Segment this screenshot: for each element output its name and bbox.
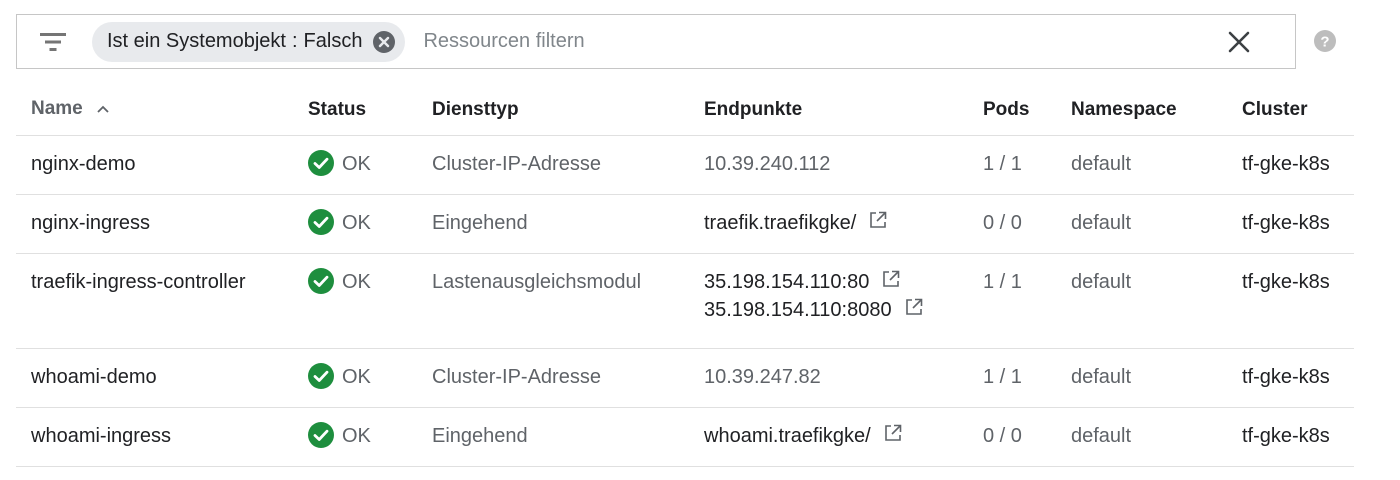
- service-name[interactable]: whoami-demo: [16, 349, 294, 407]
- service-type: Eingehend: [432, 425, 528, 447]
- pods-count: 1 / 1: [983, 153, 1022, 175]
- cluster: tf-gke-k8s: [1242, 212, 1330, 234]
- status-text: OK: [342, 425, 371, 447]
- column-header-endpoints[interactable]: Endpunkte: [690, 99, 969, 121]
- column-header-namespace[interactable]: Namespace: [1057, 99, 1228, 121]
- namespace: default: [1071, 212, 1132, 234]
- status-cell: OK: [294, 349, 418, 407]
- resource-filter-input[interactable]: [421, 20, 1223, 63]
- namespace: default: [1071, 366, 1132, 388]
- endpoint-text: 10.39.240.112: [704, 152, 831, 175]
- pods-count: 0 / 0: [983, 425, 1022, 447]
- table-header-row: Name Status Diensttyp Endpunkte Pods Nam…: [16, 84, 1354, 136]
- endpoint-entry: 10.39.247.82: [704, 360, 969, 394]
- endpoint-entry: whoami.traefikgke/: [704, 419, 969, 453]
- close-icon[interactable]: [1223, 26, 1255, 58]
- status-text: OK: [342, 212, 371, 234]
- service-type: Cluster-IP-Adresse: [432, 153, 601, 175]
- cluster: tf-gke-k8s: [1242, 425, 1330, 447]
- filter-list-icon[interactable]: [39, 28, 67, 56]
- help-circle-icon[interactable]: ?: [1314, 30, 1336, 52]
- pods-count: 1 / 1: [983, 366, 1022, 388]
- endpoint-entry: 35.198.154.110:8080: [704, 293, 969, 327]
- endpoints-cell: 10.39.247.82: [690, 349, 969, 407]
- cluster: tf-gke-k8s: [1242, 366, 1330, 388]
- check-circle-icon: [308, 421, 334, 448]
- service-type: Lastenausgleichsmodul: [432, 271, 642, 293]
- check-circle-icon: [308, 362, 334, 389]
- table-row[interactable]: nginx-ingress OK Eingehend traefik.traefikg…: [16, 195, 1354, 254]
- cancel-circle-icon[interactable]: [372, 30, 396, 54]
- resource-filter-bar: Ist ein Systemobjekt : Falsch: [16, 14, 1296, 69]
- table-row[interactable]: whoami-ingress OK Eingehend whoami.traefikg…: [16, 408, 1354, 467]
- external-link-icon[interactable]: [904, 297, 924, 317]
- endpoint-link[interactable]: 35.198.154.110:8080: [704, 299, 892, 322]
- cluster: tf-gke-k8s: [1242, 153, 1330, 175]
- status-cell: OK: [294, 195, 418, 253]
- column-header-status[interactable]: Status: [294, 99, 418, 121]
- filter-chip-separator: :: [291, 30, 298, 52]
- external-link-icon[interactable]: [883, 423, 903, 443]
- endpoint-link[interactable]: 35.198.154.110:80: [704, 271, 869, 294]
- column-header-name-label: Name: [31, 98, 83, 120]
- column-header-cluster[interactable]: Cluster: [1228, 99, 1354, 121]
- external-link-icon[interactable]: [868, 210, 888, 230]
- status-cell: OK: [294, 136, 418, 194]
- service-type: Eingehend: [432, 212, 528, 234]
- status-cell: OK: [294, 408, 418, 466]
- pods-count: 1 / 1: [983, 271, 1022, 293]
- table-body: nginx-demo OK Cluster-IP-Adresse 10.39.240.…: [16, 136, 1354, 467]
- check-circle-icon: [308, 267, 334, 294]
- external-link-icon[interactable]: [881, 269, 901, 289]
- service-type: Cluster-IP-Adresse: [432, 366, 601, 388]
- svg-text:?: ?: [1320, 34, 1329, 51]
- namespace: default: [1071, 271, 1132, 293]
- column-header-name[interactable]: Name: [16, 98, 294, 120]
- table-row[interactable]: whoami-demo OK Cluster-IP-Adresse 10.39.247…: [16, 349, 1354, 408]
- endpoints-cell: 35.198.154.110:80 35.198.154.110:8080: [690, 254, 969, 348]
- check-circle-icon: [308, 149, 334, 176]
- endpoint-text: 10.39.247.82: [704, 365, 821, 388]
- filter-chip-key: Ist ein Systemobjekt: [107, 30, 286, 52]
- namespace: default: [1071, 153, 1132, 175]
- endpoint-link[interactable]: traefik.traefikgke/: [704, 212, 856, 235]
- pods-count: 0 / 0: [983, 212, 1022, 234]
- filter-chip-value: Falsch: [303, 30, 363, 52]
- table-row[interactable]: traefik-ingress-controller OK Lastenausgle…: [16, 254, 1354, 349]
- status-text: OK: [342, 366, 371, 388]
- namespace: default: [1071, 425, 1132, 447]
- status-cell: OK: [294, 254, 418, 348]
- chevron-up-icon: [96, 98, 110, 120]
- table-row[interactable]: nginx-demo OK Cluster-IP-Adresse 10.39.240.…: [16, 136, 1354, 195]
- endpoints-cell: whoami.traefikgke/: [690, 408, 969, 466]
- filter-chip-system-object[interactable]: Ist ein Systemobjekt : Falsch: [92, 21, 406, 62]
- endpoints-cell: 10.39.240.112: [690, 136, 969, 194]
- check-circle-icon: [308, 208, 334, 235]
- status-text: OK: [342, 153, 371, 175]
- services-table: Name Status Diensttyp Endpunkte Pods Nam…: [16, 84, 1354, 467]
- service-name[interactable]: nginx-ingress: [16, 195, 294, 253]
- endpoint-entry: traefik.traefikgke/: [704, 206, 969, 240]
- service-name[interactable]: nginx-demo: [16, 136, 294, 194]
- cluster: tf-gke-k8s: [1242, 271, 1330, 293]
- status-text: OK: [342, 271, 371, 293]
- endpoints-cell: traefik.traefikgke/: [690, 195, 969, 253]
- column-header-type[interactable]: Diensttyp: [418, 99, 690, 121]
- endpoint-entry: 10.39.240.112: [704, 147, 969, 181]
- column-header-pods[interactable]: Pods: [969, 99, 1057, 121]
- service-name[interactable]: whoami-ingress: [16, 408, 294, 466]
- endpoint-link[interactable]: whoami.traefikgke/: [704, 425, 871, 448]
- service-name[interactable]: traefik-ingress-controller: [16, 254, 294, 348]
